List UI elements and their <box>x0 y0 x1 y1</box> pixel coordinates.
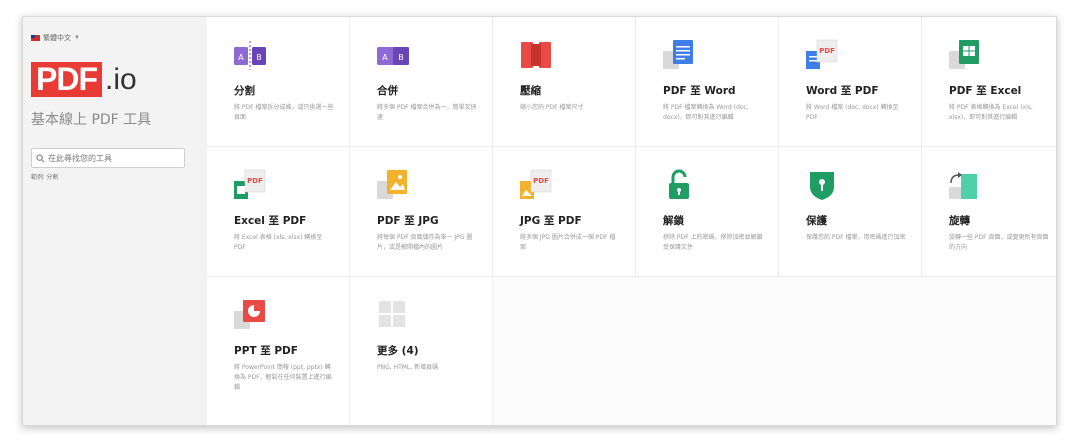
tool-desc: 將 Word 檔案 (doc, docx) 轉換至 PDF <box>806 104 899 121</box>
tool-desc: 將 PowerPoint 簡報 (ppt, pptx) 轉換為 PDF，輕鬆在任… <box>234 364 332 391</box>
tool-desc: 將每個 PDF 頁面儲存為單一 JPG 圖片，或是解開檔內的圖片 <box>377 234 473 251</box>
tool-title: JPG 至 PDF <box>520 215 582 227</box>
tool-pdf-to-excel[interactable]: PDF 至 Excel 將 PDF 表格轉換為 Excel (xls, xlsx… <box>922 17 1056 147</box>
logo[interactable]: PDF .io <box>31 62 137 97</box>
tool-desc: 將 Excel 表格 (xls, xlsx) 轉換至 PDF <box>234 234 323 251</box>
svg-text:A: A <box>238 53 244 62</box>
search-box[interactable] <box>31 148 185 168</box>
excel-to-pdf-icon: PDF <box>234 169 266 199</box>
word-to-pdf-icon: PDF <box>806 39 838 69</box>
tool-more[interactable]: 更多 (4) PNG, HTML, 新增頁碼 <box>350 277 493 425</box>
pdf-to-jpg-icon <box>377 170 407 199</box>
tool-title: PDF 至 JPG <box>377 215 439 227</box>
svg-text:PDF: PDF <box>819 47 835 55</box>
tool-desc: 將 PDF 表格轉換為 Excel (xls, xlsx)，即可對其進行編輯 <box>949 104 1033 121</box>
svg-text:B: B <box>398 53 404 62</box>
tool-title: 保護 <box>806 215 827 227</box>
search-input[interactable] <box>48 153 178 163</box>
tool-word-to-pdf[interactable]: PDF Word 至 PDF 將 Word 檔案 (doc, docx) 轉換至… <box>779 17 922 147</box>
language-selector[interactable]: 繁體中文 ▼ <box>31 33 80 43</box>
language-label: 繁體中文 <box>43 35 71 42</box>
tool-merge[interactable]: A B 合併 將多個 PDF 檔案合併為一，簡單又快速 <box>350 17 493 147</box>
svg-text:PDF: PDF <box>247 177 263 185</box>
tool-desc: 旋轉一些 PDF 頁面，或變更所有頁面的方向 <box>949 234 1049 251</box>
logo-pdf: PDF <box>31 62 102 97</box>
tool-title: 旋轉 <box>949 215 970 227</box>
tool-excel-to-pdf[interactable]: PDF Excel 至 PDF 將 Excel 表格 (xls, xlsx) 轉… <box>207 147 350 277</box>
svg-text:A: A <box>382 53 388 62</box>
tool-title: PDF 至 Word <box>663 85 736 97</box>
tool-ppt-to-pdf[interactable]: PPT 至 PDF 將 PowerPoint 簡報 (ppt, pptx) 轉換… <box>207 277 350 425</box>
more-icon <box>379 301 405 327</box>
tagline: 基本線上 PDF 工具 <box>31 112 152 128</box>
tool-title: Excel 至 PDF <box>234 215 307 227</box>
jpg-to-pdf-icon: PDF <box>520 169 552 199</box>
search-example: 範例: 分割 <box>31 175 59 181</box>
ppt-to-pdf-icon <box>234 300 265 329</box>
pdf-to-word-icon <box>663 40 693 69</box>
tool-protect[interactable]: 保護 保護您的 PDF 檔案，用密碼進行加密 <box>779 147 922 277</box>
tool-split[interactable]: A B 分割 將 PDF 檔案拆分成幾，或只挑選一些頁面 <box>207 17 350 147</box>
tool-title: PPT 至 PDF <box>234 345 298 357</box>
tool-compress[interactable]: 壓縮 縮小您的 PDF 檔案尺寸 <box>493 17 636 147</box>
tool-desc: 縮小您的 PDF 檔案尺寸 <box>520 104 584 111</box>
merge-icon: A B <box>377 47 409 65</box>
tool-desc: 保護您的 PDF 檔案，用密碼進行加密 <box>806 234 906 241</box>
tool-rotate[interactable]: 旋轉 旋轉一些 PDF 頁面，或變更所有頁面的方向 <box>922 147 1056 277</box>
tool-desc: PNG, HTML, 新增頁碼 <box>377 364 439 371</box>
tool-title: 解鎖 <box>663 215 684 227</box>
caret-down-icon: ▼ <box>74 35 80 41</box>
tool-jpg-to-pdf[interactable]: PDF JPG 至 PDF 將多個 JPG 圖片合併成一個 PDF 檔案 <box>493 147 636 277</box>
tool-desc: 將 PDF 檔案拆分成幾，或只挑選一些頁面 <box>234 104 334 121</box>
tool-title: 合併 <box>377 85 398 97</box>
protect-icon <box>810 172 834 200</box>
split-icon: A B <box>234 41 266 70</box>
sidebar: 繁體中文 ▼ PDF .io 基本線上 PDF 工具 範例: 分割 <box>23 17 207 425</box>
tool-title: 更多 (4) <box>377 345 419 357</box>
tool-title: 壓縮 <box>520 85 541 97</box>
pdf-to-excel-icon <box>949 40 979 69</box>
tool-pdf-to-word[interactable]: PDF 至 Word 將 PDF 檔案轉換為 Word (doc, docx)，… <box>636 17 779 147</box>
svg-text:B: B <box>256 53 262 62</box>
svg-text:PDF: PDF <box>533 177 549 185</box>
app-window: 繁體中文 ▼ PDF .io 基本線上 PDF 工具 範例: 分割 A B <box>22 16 1057 426</box>
tool-title: PDF 至 Excel <box>949 85 1022 97</box>
logo-suffix: .io <box>105 62 137 96</box>
tool-desc: 移除 PDF 上的密碼，移除加密並解鎖受保護文件 <box>663 234 763 251</box>
tool-desc: 將多個 PDF 檔案合併為一，簡單又快速 <box>377 104 477 121</box>
tool-unlock[interactable]: 解鎖 移除 PDF 上的密碼，移除加密並解鎖受保護文件 <box>636 147 779 277</box>
taiwan-flag-icon <box>31 35 40 41</box>
rotate-icon <box>949 172 977 199</box>
tool-pdf-to-jpg[interactable]: PDF 至 JPG 將每個 PDF 頁面儲存為單一 JPG 圖片，或是解開檔內的… <box>350 147 493 277</box>
tool-desc: 將 PDF 檔案轉換為 Word (doc, docx)，即可對其進行編輯 <box>663 104 749 121</box>
compress-icon <box>521 42 551 68</box>
tool-grid: A B 分割 將 PDF 檔案拆分成幾，或只挑選一些頁面 A B 合併 將多個 … <box>207 17 1056 425</box>
tool-title: Word 至 PDF <box>806 85 879 97</box>
tool-title: 分割 <box>234 85 255 97</box>
unlock-icon <box>669 169 689 199</box>
tool-desc: 將多個 JPG 圖片合併成一個 PDF 檔案 <box>520 234 616 251</box>
search-icon <box>36 153 45 162</box>
